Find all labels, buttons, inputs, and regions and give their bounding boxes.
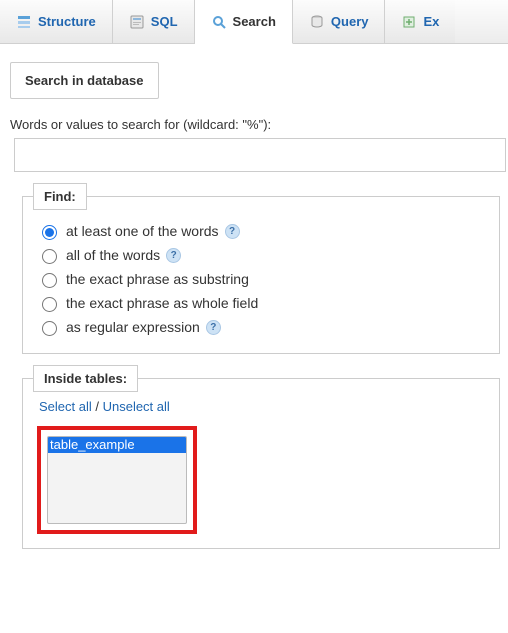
tables-fieldset: Inside tables: Select all / Unselect all…: [22, 378, 500, 549]
radio-whole-field-label: the exact phrase as whole field: [66, 295, 258, 311]
radio-all-words[interactable]: all of the words ?: [37, 243, 485, 267]
help-icon[interactable]: ?: [206, 320, 221, 335]
tab-structure-label: Structure: [38, 14, 96, 29]
find-legend: Find:: [33, 183, 87, 210]
radio-all-words-input[interactable]: [42, 249, 57, 264]
tab-query[interactable]: Query: [293, 0, 386, 43]
panel-title: Search in database: [25, 73, 144, 88]
select-links: Select all / Unselect all: [39, 399, 485, 414]
radio-whole-field-input[interactable]: [42, 297, 57, 312]
radio-substring-input[interactable]: [42, 273, 57, 288]
find-fieldset: Find: at least one of the words ? all of…: [22, 196, 500, 354]
radio-substring-label: the exact phrase as substring: [66, 271, 249, 287]
radio-at-least-one-label: at least one of the words: [66, 223, 219, 239]
query-icon: [309, 14, 325, 30]
search-input[interactable]: [14, 138, 506, 172]
radio-whole-field[interactable]: the exact phrase as whole field: [37, 291, 485, 315]
select-all-link[interactable]: Select all: [39, 399, 92, 414]
sql-icon: [129, 14, 145, 30]
radio-at-least-one-input[interactable]: [42, 225, 57, 240]
tab-extra[interactable]: Ex: [385, 0, 455, 43]
tables-select[interactable]: table_example: [47, 436, 187, 524]
tab-query-label: Query: [331, 14, 369, 29]
tab-bar: Structure SQL Search Query Ex: [0, 0, 508, 44]
radio-regex[interactable]: as regular expression ?: [37, 315, 485, 339]
help-icon[interactable]: ?: [225, 224, 240, 239]
table-option[interactable]: table_example: [48, 437, 186, 453]
export-icon: [401, 14, 417, 30]
tab-structure[interactable]: Structure: [0, 0, 113, 43]
panel-title-box: Search in database: [10, 62, 159, 99]
separator: /: [92, 399, 103, 414]
radio-regex-label: as regular expression: [66, 319, 200, 335]
structure-icon: [16, 14, 32, 30]
tab-search-label: Search: [233, 14, 276, 29]
search-icon: [211, 14, 227, 30]
tables-legend: Inside tables:: [33, 365, 138, 392]
tab-sql-label: SQL: [151, 14, 178, 29]
unselect-all-link[interactable]: Unselect all: [103, 399, 170, 414]
tab-search[interactable]: Search: [195, 0, 293, 44]
tables-select-highlight: table_example: [37, 426, 197, 534]
radio-substring[interactable]: the exact phrase as substring: [37, 267, 485, 291]
help-icon[interactable]: ?: [166, 248, 181, 263]
tab-extra-label: Ex: [423, 14, 439, 29]
tab-sql[interactable]: SQL: [113, 0, 195, 43]
radio-regex-input[interactable]: [42, 321, 57, 336]
radio-all-words-label: all of the words: [66, 247, 160, 263]
search-prompt: Words or values to search for (wildcard:…: [10, 117, 500, 132]
radio-at-least-one[interactable]: at least one of the words ?: [37, 219, 485, 243]
